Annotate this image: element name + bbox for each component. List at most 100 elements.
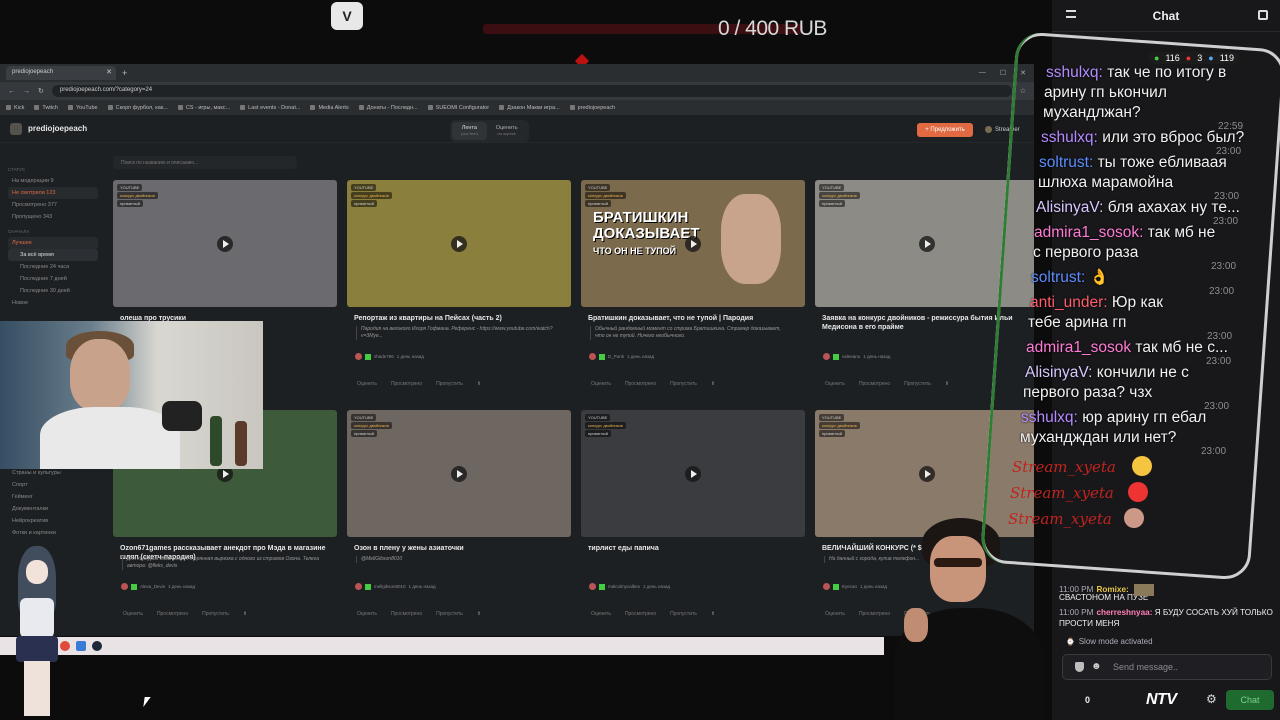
video-title[interactable]: тирлист еды папича [588, 544, 802, 553]
video-card[interactable]: БРАТИШКИН ДОКАЗЫВАЕТ ЧТО ОН НЕ ТУПОЙ YOUTU… [581, 180, 805, 402]
watched-button[interactable]: Просмотрено [391, 611, 422, 617]
sidebar-item-photos[interactable]: Фотки и картинки [8, 527, 98, 539]
video-title[interactable]: Озон в плену у жены азиаточки [354, 544, 568, 553]
watched-button[interactable]: Просмотрено [859, 381, 890, 387]
watched-button[interactable]: Просмотрено [625, 381, 656, 387]
sidebar-item-moderation[interactable]: На модерации 9 [8, 175, 98, 187]
bookmark-item[interactable]: Twitch [34, 105, 58, 111]
reload-icon[interactable]: ↻ [38, 87, 44, 95]
play-icon[interactable] [451, 236, 467, 252]
skip-button[interactable]: Пропустить [670, 611, 697, 617]
chat-message-user[interactable]: Romixe: [1096, 585, 1128, 594]
video-thumbnail[interactable]: YOUTUBE конкурс двойников приватный [347, 180, 571, 307]
propose-button[interactable]: + Предложить [917, 123, 973, 137]
forward-icon[interactable]: → [23, 88, 30, 95]
site-brand[interactable]: prediojoepeach [10, 122, 87, 135]
sidebar-item-docs[interactable]: Документалки [8, 503, 98, 515]
bookmark-item[interactable]: Last events - Donat... [240, 105, 300, 111]
pin-icon[interactable]: ⬆ [477, 381, 481, 387]
play-icon[interactable] [685, 466, 701, 482]
play-icon[interactable] [919, 466, 935, 482]
sidebar-item-best[interactable]: Лучшее [8, 237, 98, 249]
bookmark-item[interactable]: SUEOMI Configurator [428, 105, 490, 111]
close-tab-icon[interactable]: ✕ [106, 68, 112, 76]
author-name[interactable]: Eyecan [842, 584, 857, 589]
skip-button[interactable]: Пропустить [436, 381, 463, 387]
users-icon[interactable] [1258, 10, 1268, 20]
video-title[interactable]: Репортаж из квартиры на Пейсах (часть 2) [354, 314, 568, 323]
bookmark-item[interactable]: CS - игры, макс... [178, 105, 230, 111]
bookmark-item[interactable]: Дзакон Макки игра... [499, 105, 559, 111]
author-name[interactable]: malcolmycalbex [608, 584, 640, 589]
bookmark-item[interactable]: Скорп фурбол, как... [108, 105, 168, 111]
collapse-icon[interactable] [1066, 10, 1076, 18]
play-icon[interactable] [451, 466, 467, 482]
steam-icon[interactable] [92, 641, 102, 651]
tab-feed[interactable]: Лента your feed [452, 122, 487, 140]
send-chat-button[interactable]: Chat [1226, 690, 1274, 710]
url-field[interactable]: prediojoepeach.com/?category=24 [51, 85, 1012, 97]
rate-button[interactable]: Оценить [591, 611, 611, 617]
bookmark-item[interactable]: YouTube [68, 105, 98, 111]
browser-tab[interactable]: prediojoepeach ✕ [6, 66, 116, 80]
video-thumbnail[interactable]: БРАТИШКИН ДОКАЗЫВАЕТ ЧТО ОН НЕ ТУПОЙ YOUTU… [581, 180, 805, 307]
sidebar-item-neuro[interactable]: Нейрокреатив [8, 515, 98, 527]
pin-icon[interactable]: ⬆ [711, 611, 715, 617]
video-title[interactable]: Братишкин доказывает, что не тупой | Пар… [588, 314, 802, 323]
sidebar-item-unwatched[interactable]: Не смотрели 123 [8, 187, 98, 199]
sidebar-item-30d[interactable]: Последние 30 дней [8, 285, 98, 297]
minimize-icon[interactable]: — [979, 69, 986, 77]
emote-picker-icon[interactable]: ☻ [1091, 661, 1102, 672]
sidebar-item-24h[interactable]: Последние 24 часа [8, 261, 98, 273]
bookmark-item[interactable]: prediojoepeach [570, 105, 616, 111]
tab-rate[interactable]: Оценить на оценке [487, 122, 527, 140]
sidebar-item-skipped[interactable]: Пропущено 343 [8, 211, 98, 223]
bookmark-item[interactable]: Media Alerts [310, 105, 348, 111]
bookmark-item[interactable]: Донаты - Последн... [359, 105, 418, 111]
skip-button[interactable]: Пропустить [436, 611, 463, 617]
search-input[interactable]: Поиск по названию и описанию... [113, 156, 297, 169]
pin-icon[interactable]: ⬆ [945, 381, 949, 387]
sidebar-item-new[interactable]: Новое [8, 297, 98, 309]
play-icon[interactable] [685, 236, 701, 252]
back-icon[interactable]: ← [8, 88, 15, 95]
play-icon[interactable] [217, 236, 233, 252]
video-thumbnail[interactable]: YOUTUBE конкурс двойников приватный [347, 410, 571, 537]
sidebar-item-7d[interactable]: Последние 7 дней [8, 273, 98, 285]
video-card[interactable]: YOUTUBE конкурс двойников приватный Озон… [347, 410, 571, 632]
sidebar-item-alltime[interactable]: За всё время [8, 249, 98, 261]
video-card[interactable]: YOUTUBE конкурс двойников приватный Репо… [347, 180, 571, 402]
pin-icon[interactable]: ⬆ [711, 381, 715, 387]
author-name[interactable]: D_Punk [608, 354, 624, 359]
chat-message-user[interactable]: cherreshnyaa: [1096, 608, 1152, 617]
new-tab-icon[interactable]: + [122, 68, 127, 78]
video-thumbnail[interactable]: YOUTUBE конкурс двойников приватный [581, 410, 805, 537]
author-name[interactable]: mellgibson8010 [374, 584, 406, 589]
skip-button[interactable]: Пропустить [202, 611, 229, 617]
rate-button[interactable]: Оценить [825, 381, 845, 387]
chat-input[interactable]: ☻ Send message.. [1062, 654, 1272, 680]
watched-button[interactable]: Просмотрено [391, 381, 422, 387]
shield-icon[interactable] [1075, 662, 1084, 672]
sidebar-item-gaming[interactable]: Гейминг [8, 491, 98, 503]
pin-icon[interactable]: ⬆ [243, 611, 247, 617]
rate-button[interactable]: Оценить [825, 611, 845, 617]
sidebar-item-watched[interactable]: Просмотрено 377 [8, 199, 98, 211]
watched-button[interactable]: Просмотрено [625, 611, 656, 617]
gear-icon[interactable]: ⚙ [1206, 692, 1217, 706]
watched-button[interactable]: Просмотрено [157, 611, 188, 617]
author-name[interactable]: Alexa_Devis [140, 584, 165, 589]
pin-icon[interactable]: ⬆ [477, 611, 481, 617]
video-card[interactable]: YOUTUBE конкурс двойников приватный тирл… [581, 410, 805, 632]
rate-button[interactable]: Оценить [357, 381, 377, 387]
skip-button[interactable]: Пропустить [904, 381, 931, 387]
rate-button[interactable]: Оценить [357, 611, 377, 617]
rate-button[interactable]: Оценить [123, 611, 143, 617]
play-icon[interactable] [919, 236, 935, 252]
skip-button[interactable]: Пропустить [670, 381, 697, 387]
rate-button[interactable]: Оценить [591, 381, 611, 387]
bookmark-item[interactable]: Kick [6, 105, 24, 111]
video-thumbnail[interactable]: YOUTUBE конкурс двойников приватный [113, 180, 337, 307]
author-name[interactable]: shade786 [374, 354, 394, 359]
files-icon[interactable] [76, 641, 86, 651]
